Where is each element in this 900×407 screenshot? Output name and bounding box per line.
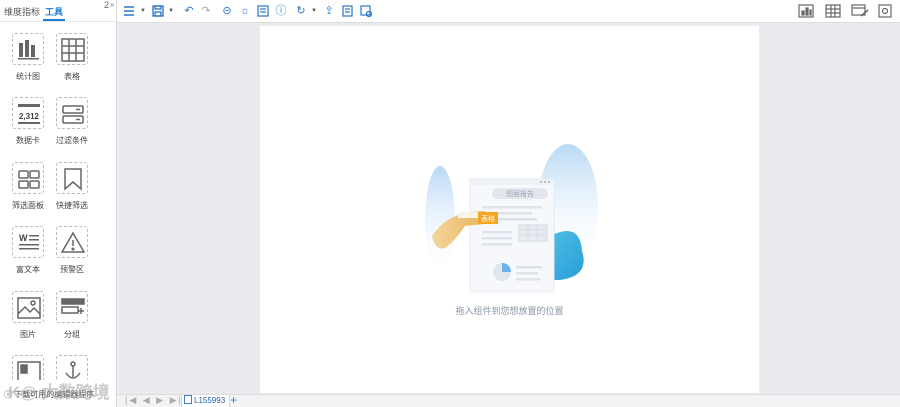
report-icon[interactable] xyxy=(798,4,816,18)
grid-icon[interactable] xyxy=(825,4,843,18)
bar-chart-icon xyxy=(12,33,44,65)
save-dropdown-icon[interactable]: ▼ xyxy=(164,4,178,18)
illustration-tag: 表格 xyxy=(481,214,495,223)
save-icon[interactable] xyxy=(151,4,165,18)
illustration-card-title: 图层报告 xyxy=(506,189,534,198)
filter-panel-icon xyxy=(12,162,44,194)
link-icon[interactable]: ⊝ xyxy=(220,4,234,18)
tool-label: 富文本 xyxy=(16,265,40,274)
sheet-tab[interactable]: L155993 xyxy=(181,395,231,407)
image-icon xyxy=(12,291,44,323)
bookmark-filter-icon xyxy=(56,162,88,194)
add-sheet-button[interactable]: + xyxy=(230,393,237,407)
active-tab-indicator xyxy=(43,19,65,21)
undo-icon[interactable]: ↶ xyxy=(182,4,196,18)
tab-dimensions[interactable]: 维度指标 xyxy=(4,5,40,18)
filter-condition-icon xyxy=(56,97,88,129)
tool-filter-condition[interactable]: 过滤条件 xyxy=(48,97,98,153)
number-card-text: 2,312 xyxy=(19,112,40,121)
tool-filter-panel[interactable]: 筛选面板 xyxy=(4,162,54,218)
rich-text-icon: W xyxy=(12,226,44,258)
tool-label: 分组 xyxy=(64,330,80,339)
light-icon[interactable]: ☼ xyxy=(238,4,252,18)
panel-badge: 2 xyxy=(104,0,110,10)
tool-image[interactable]: 图片 xyxy=(4,291,54,347)
preview-icon[interactable] xyxy=(359,4,373,18)
watermark: K@ 大数跨境 xyxy=(8,383,110,402)
export-icon[interactable]: ⇪ xyxy=(322,4,336,18)
tool-warning[interactable]: 预警区 xyxy=(48,226,98,282)
tool-label: 表格 xyxy=(64,72,80,81)
share-icon[interactable] xyxy=(341,4,355,18)
empty-canvas-hint: 拖入组件到您想放置的位置 xyxy=(455,306,564,316)
tool-group[interactable]: 分组 xyxy=(48,291,98,347)
panel-tabs: 维度指标 工具 2 » xyxy=(0,0,116,22)
empty-canvas-illustration: 图层报告 表格 xyxy=(425,144,598,292)
settings-icon[interactable] xyxy=(878,4,894,18)
tool-number-card[interactable]: 2,312 数据卡 xyxy=(4,97,54,153)
redo-icon[interactable]: ↷ xyxy=(199,4,213,18)
tool-label: 数据卡 xyxy=(16,136,40,145)
report-canvas[interactable]: 图层报告 表格 拖入组件到您想放置的位置 xyxy=(260,26,759,393)
sheet-icon xyxy=(184,395,192,404)
component-panel: 维度指标 工具 2 » 统计图 表格 2,312 数据卡 过滤条件 筛选面板 快… xyxy=(0,0,117,407)
collapse-panel-icon[interactable]: » xyxy=(110,0,114,9)
table-grid-icon xyxy=(56,33,88,65)
tool-label: 预警区 xyxy=(60,265,84,274)
tab-tools[interactable]: 工具 xyxy=(45,5,63,18)
tool-table[interactable]: 表格 xyxy=(48,33,98,89)
sheet-tab-label: L155993 xyxy=(194,396,226,405)
tool-label: 统计图 xyxy=(16,72,40,81)
rich-text-letter: W xyxy=(19,233,28,243)
menu-dropdown-icon[interactable]: ▼ xyxy=(136,4,150,18)
sheet-nav-arrows[interactable]: |◀ ◀ ▶ ▶| xyxy=(125,395,183,406)
top-toolbar: ▼ ▼ ↶ ↷ ⊝ ☼ ⓘ ↻ ▼ ⇪ xyxy=(117,0,900,23)
tool-chart[interactable]: 统计图 xyxy=(4,33,54,89)
tool-label: 快捷筛选 xyxy=(56,201,88,210)
tool-quick-filter[interactable]: 快捷筛选 xyxy=(48,162,98,218)
theme-icon[interactable] xyxy=(851,4,869,18)
refresh-dropdown-icon[interactable]: ▼ xyxy=(307,4,321,18)
warning-icon xyxy=(56,226,88,258)
layout-icon[interactable] xyxy=(256,4,270,18)
refresh-icon[interactable]: ↻ xyxy=(294,4,308,18)
info-icon[interactable]: ⓘ xyxy=(274,4,288,18)
tool-rich-text[interactable]: W 富文本 xyxy=(4,226,54,282)
sheet-tab-bar: |◀ ◀ ▶ ▶| L155993 + xyxy=(117,393,900,407)
tool-label: 过滤条件 xyxy=(56,136,88,145)
number-card-icon: 2,312 xyxy=(12,97,44,129)
tool-label: 图片 xyxy=(20,330,36,339)
tool-label: 筛选面板 xyxy=(12,201,44,210)
group-icon xyxy=(56,291,88,323)
menu-icon[interactable] xyxy=(123,4,137,18)
